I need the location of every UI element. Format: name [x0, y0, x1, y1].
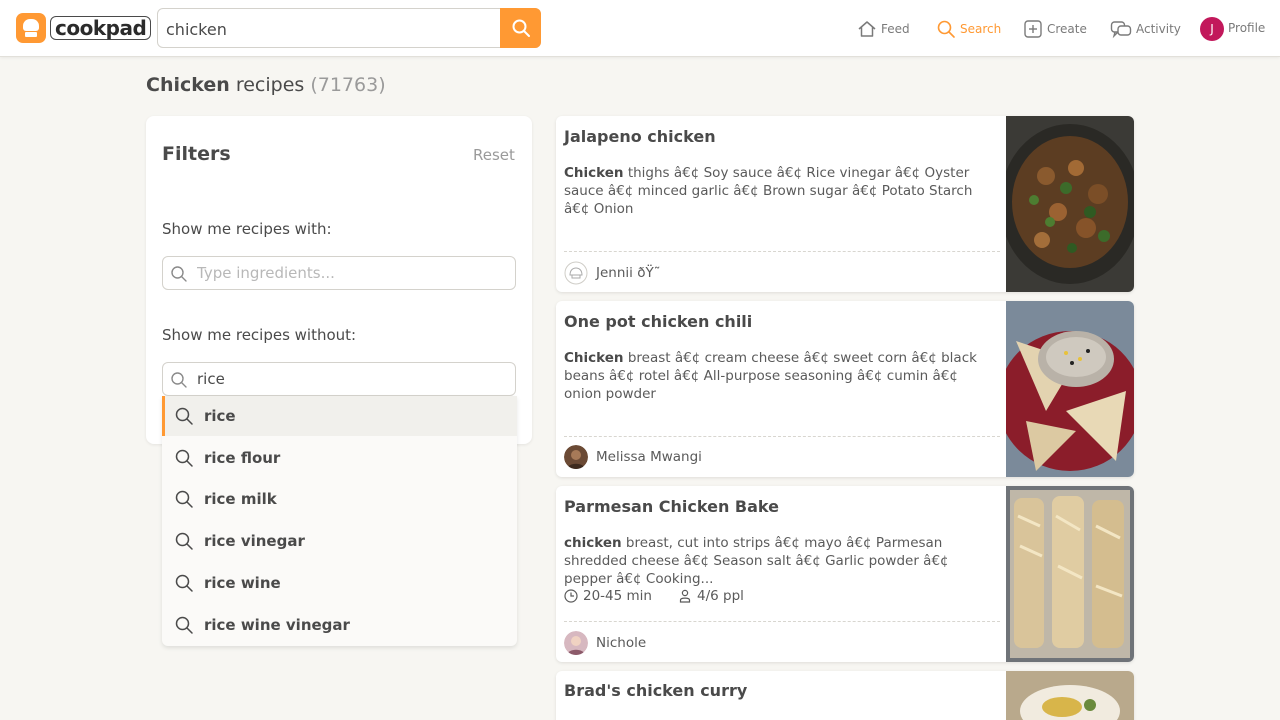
recipe-ingredients: Chicken breast â€¢ cream cheese â€¢ swee… [564, 349, 984, 403]
reset-button[interactable]: Reset [473, 146, 515, 164]
search-icon [512, 19, 530, 37]
search-icon [175, 616, 193, 634]
servings: 4/6 ppl [678, 588, 744, 604]
search-icon [175, 490, 193, 508]
suggestion-label: rice milk [204, 490, 277, 508]
user-avatar[interactable]: J [1200, 17, 1224, 41]
clock-icon [564, 589, 578, 603]
default-avatar-icon [564, 261, 588, 285]
top-navigation-bar: cookpad Feed Search Create Activity J Pr… [0, 0, 1280, 57]
nav-feed[interactable]: Feed [857, 16, 910, 42]
search-bar [157, 8, 541, 48]
include-ingredients-input[interactable] [197, 262, 497, 284]
cook-time-value: 20-45 min [583, 588, 652, 604]
ingredient-match: chicken [564, 535, 622, 551]
author-avatar [564, 445, 588, 469]
suggestion-label: rice wine vinegar [204, 616, 350, 634]
author-avatar [564, 631, 588, 655]
recipe-title[interactable]: One pot chicken chili [564, 312, 752, 331]
ingredient-suggestions: rice rice flour rice milk rice vinegar r… [162, 396, 517, 646]
nav-create[interactable]: Create [1023, 16, 1087, 42]
plus-icon [1024, 20, 1042, 38]
recipe-photo[interactable] [1006, 116, 1134, 292]
servings-value: 4/6 ppl [696, 588, 744, 604]
recipe-card[interactable]: One pot chicken chili Chicken breast â€¢… [556, 301, 1134, 477]
suggestion-item[interactable]: rice [162, 396, 517, 436]
cookpad-logo[interactable]: cookpad [16, 13, 152, 43]
page-title-rest: recipes [229, 74, 311, 96]
ingredient-match: Chicken [564, 165, 624, 181]
nav-activity[interactable]: Activity [1110, 16, 1181, 42]
search-icon [175, 574, 193, 592]
nav-search-label: Search [960, 22, 1002, 36]
recipe-author[interactable]: Nichole [564, 631, 646, 655]
include-ingredients-label: Show me recipes with: [162, 220, 332, 238]
suggestion-item[interactable]: rice milk [162, 479, 517, 519]
recipe-ingredients: chicken breast, cut into strips â€¢ mayo… [564, 534, 1000, 588]
search-input[interactable] [162, 15, 492, 43]
search-icon [171, 266, 187, 282]
recipe-card[interactable]: Parmesan Chicken Bake chicken breast, cu… [556, 486, 1134, 662]
page-title-keyword: Chicken [146, 74, 230, 96]
nav-create-label: Create [1047, 22, 1087, 36]
exclude-ingredients-field [162, 362, 516, 396]
ingredient-rest: thighs â€¢ Soy sauce â€¢ Rice vinegar â€… [564, 165, 973, 217]
recipe-card[interactable]: Jalapeno chicken Chicken thighs â€¢ Soy … [556, 116, 1134, 292]
recipe-photo[interactable] [1006, 486, 1134, 662]
page-title: Chicken recipes (71763) [146, 74, 386, 96]
chat-icon [1110, 21, 1132, 39]
chef-hat-icon [16, 13, 46, 43]
suggestion-label: rice [204, 407, 236, 425]
filters-panel: Filters Reset Show me recipes with: Show… [146, 116, 532, 444]
recipe-photo[interactable] [1006, 301, 1134, 477]
ingredient-rest: breast, cut into strips â€¢ mayo â€¢ Par… [564, 535, 949, 587]
search-icon [937, 20, 955, 38]
home-icon [858, 21, 876, 37]
recipe-title[interactable]: Brad's chicken curry [564, 681, 747, 700]
profile-link[interactable]: Profile [1228, 21, 1265, 35]
recipe-meta: 20-45 min 4/6 ppl [564, 588, 770, 604]
author-name: Jennii ðŸ˜ [596, 265, 661, 281]
search-button[interactable] [500, 8, 541, 48]
nav-activity-label: Activity [1136, 22, 1181, 36]
search-icon [175, 449, 193, 467]
suggestion-label: rice vinegar [204, 532, 305, 550]
recipe-ingredients: Chicken thighs â€¢ Soy sauce â€¢ Rice vi… [564, 164, 984, 218]
filters-title: Filters [162, 143, 231, 165]
search-icon [175, 532, 193, 550]
logo-text: cookpad [50, 16, 152, 40]
author-name: Melissa Mwangi [596, 449, 702, 465]
recipe-author[interactable]: Melissa Mwangi [564, 445, 702, 469]
search-icon [175, 407, 193, 425]
suggestion-item[interactable]: rice wine vinegar [162, 605, 517, 645]
search-icon [171, 372, 187, 388]
author-name: Nichole [596, 635, 647, 651]
recipe-title[interactable]: Parmesan Chicken Bake [564, 497, 779, 516]
nav-feed-label: Feed [881, 22, 910, 36]
suggestion-item[interactable]: rice wine [162, 563, 517, 603]
ingredient-match: Chicken [564, 350, 624, 366]
recipe-photo[interactable] [1006, 671, 1134, 720]
card-divider [564, 251, 1000, 252]
result-count: (71763) [310, 74, 386, 96]
suggestion-label: rice wine [204, 574, 281, 592]
card-divider [564, 436, 1000, 437]
cook-time: 20-45 min [564, 588, 652, 604]
exclude-ingredients-label: Show me recipes without: [162, 326, 357, 344]
suggestion-item[interactable]: rice flour [162, 438, 517, 478]
recipe-title[interactable]: Jalapeno chicken [564, 127, 716, 146]
recipe-card[interactable]: Brad's chicken curry [556, 671, 1134, 720]
recipe-author[interactable]: Jennii ðŸ˜ [564, 261, 660, 285]
card-divider [564, 621, 1000, 622]
nav-search[interactable]: Search [936, 16, 1001, 42]
suggestion-label: rice flour [204, 449, 281, 467]
ingredient-rest: breast â€¢ cream cheese â€¢ sweet corn â… [564, 350, 977, 402]
include-ingredients-field [162, 256, 516, 290]
suggestion-item[interactable]: rice vinegar [162, 521, 517, 561]
person-icon [679, 589, 691, 603]
exclude-ingredients-input[interactable] [197, 368, 497, 390]
